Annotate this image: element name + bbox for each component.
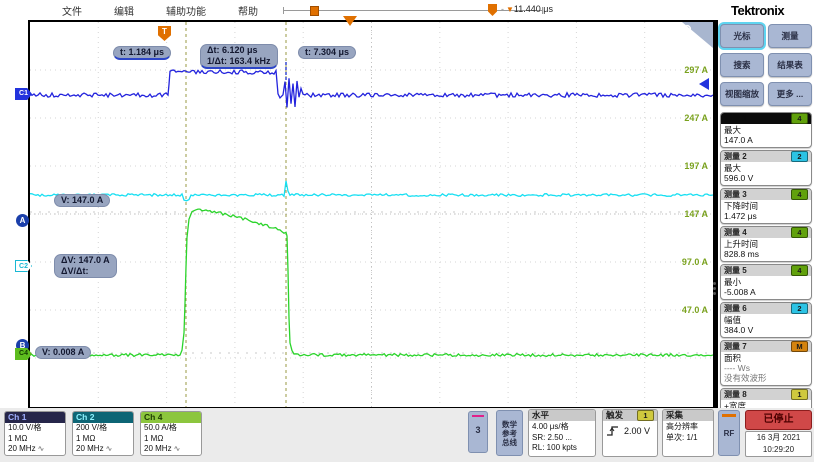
menu-item[interactable]: 帮助 [238, 3, 258, 18]
menu-bar: 文件 编辑 辅助功能 帮助 -▼11.440 μs [0, 0, 714, 19]
measurement-title: 测量 8 [724, 389, 747, 400]
rising-edge-icon [606, 425, 620, 437]
trigger-position-indicator-icon[interactable] [343, 16, 357, 26]
measurement-title: 测量 1 [724, 113, 747, 124]
measurement-title: 测量 6 [724, 303, 747, 314]
source-badge: 4 [791, 189, 808, 200]
trigger-settings-badge[interactable]: 触发 1 2.00 V [602, 409, 658, 457]
tektronix-logo: Tektronix [731, 3, 784, 18]
panel-drag-handle[interactable] [713, 282, 716, 285]
trigger-source-badge: 1 [637, 410, 654, 421]
bandwidth-limit-icon [36, 444, 45, 453]
waveform-canvas [30, 22, 713, 407]
cursor-delta-readout: Δt: 6.120 μs1/Δt: 163.4 kHz [200, 44, 278, 69]
measurement-panel[interactable]: 测量 44上升时间828.8 ms [720, 226, 812, 262]
panel-button[interactable]: 测量 [768, 24, 812, 48]
axis-label: 147 A [668, 209, 708, 219]
source-badge: 4 [791, 265, 808, 276]
cursor-delta-value-readout: ΔV: 147.0 AΔV/Δt: [54, 254, 117, 278]
source-badge: 2 [791, 303, 808, 314]
bandwidth-limit-icon [172, 444, 181, 453]
panel-button[interactable]: 光标 [720, 24, 764, 48]
menu-item[interactable]: 编辑 [114, 3, 134, 18]
channel-badge[interactable]: Ch 110.0 V/格1 MΩ20 MHz [4, 411, 66, 456]
measurement-panel[interactable]: 测量 34下降时间1.472 μs [720, 188, 812, 224]
waveform-view[interactable]: 297 A247 A197 A147 A97.0 A47.0 A T t: 1.… [28, 20, 718, 410]
source-badge: 4 [791, 227, 808, 238]
rf-accent-bar [722, 414, 736, 417]
measurement-panel[interactable]: 测量 22最大596.0 V [720, 150, 812, 186]
cursor-a-value-readout: V: 147.0 A [54, 194, 110, 207]
cursor-b-time-readout: t: 7.304 μs [298, 46, 356, 59]
acquisition-settings-badge[interactable]: 采集 高分辨率单次: 1/1 [662, 409, 714, 457]
panel-button[interactable]: 结果表 [768, 53, 812, 77]
measurement-title: 测量 7 [724, 341, 747, 352]
axis-label: 47.0 A [668, 305, 708, 315]
trigger-level-arrow-icon[interactable] [699, 78, 709, 90]
axis-label: 297 A [668, 65, 708, 75]
measurement-title: 测量 2 [724, 151, 747, 162]
axis-label: 197 A [668, 161, 708, 171]
horizontal-settings-badge[interactable]: 水平 4.00 μs/格SR: 2.50 ...RL: 100 kpts [528, 409, 596, 457]
menu-items: 文件 编辑 辅助功能 帮助 [62, 3, 258, 18]
measurement-panel[interactable]: 测量 14最大147.0 A [720, 112, 812, 148]
right-panel: Tektronix 光标测量搜索结果表视图缩放更多 ... 测量 14最大147… [718, 0, 814, 462]
cursor-a-marker[interactable]: A [16, 214, 29, 227]
math3-badge[interactable]: 3 [468, 411, 488, 453]
add-math-ref-bus-button[interactable]: 数学参考总线 [496, 410, 523, 456]
channel-badge[interactable]: Ch 2200 V/格1 MΩ20 MHz [72, 411, 134, 456]
channel-badge[interactable]: Ch 450.0 A/格1 MΩ20 MHz [140, 411, 202, 456]
measurement-panel[interactable]: 测量 62幅值384.0 V [720, 302, 812, 338]
measurement-title: 测量 4 [724, 227, 747, 238]
measurement-panel[interactable]: 测量 7M面积---- Ws没有效波形 [720, 340, 812, 386]
menu-item[interactable]: 辅助功能 [166, 3, 206, 18]
trigger-position-readout: -▼11.440 μs [501, 4, 553, 14]
slider-handle[interactable] [310, 6, 319, 16]
menu-item[interactable]: 文件 [62, 3, 82, 18]
measurement-panel[interactable]: 测量 54最小-5.008 A [720, 264, 812, 300]
panel-button[interactable]: 更多 ... [768, 82, 812, 106]
source-badge: 2 [791, 151, 808, 162]
source-badge: 4 [791, 113, 808, 124]
panel-button[interactable]: 视图缩放 [720, 82, 764, 106]
bandwidth-limit-icon [104, 444, 113, 453]
bottom-bar: 3 数学参考总线 水平 4.00 μs/格SR: 2.50 ...RL: 100… [0, 408, 814, 462]
cursor-a-time-readout: t: 1.184 μs [113, 46, 171, 60]
math-accent-bar [472, 415, 484, 417]
axis-label: 97.0 A [668, 257, 708, 267]
panel-button[interactable]: 搜索 [720, 53, 764, 77]
measurement-badge-list: 测量 14最大147.0 A测量 22最大596.0 V测量 34下降时间1.4… [720, 112, 812, 426]
oscilloscope-screen: 文件编辑辅助功能帮助 -▼11.440 μs 297 A247 A197 A14… [0, 0, 814, 462]
trigger-flag-icon [488, 4, 497, 16]
measurement-title: 测量 3 [724, 189, 747, 200]
triangle-down-icon: ▼ [506, 5, 514, 14]
rf-button[interactable]: RF [718, 410, 740, 456]
datetime-display: 16 3月 2021 10:29:20 [745, 431, 812, 457]
axis-label: 247 A [668, 113, 708, 123]
measurement-title: 测量 5 [724, 265, 747, 276]
cursor-b-value-readout: V: 0.008 A [35, 346, 91, 359]
panel-buttons: 光标测量搜索结果表视图缩放更多 ... [720, 24, 812, 106]
run-stop-status[interactable]: 已停止 [745, 410, 812, 430]
source-badge: 1 [791, 389, 808, 400]
source-badge: M [791, 341, 808, 352]
